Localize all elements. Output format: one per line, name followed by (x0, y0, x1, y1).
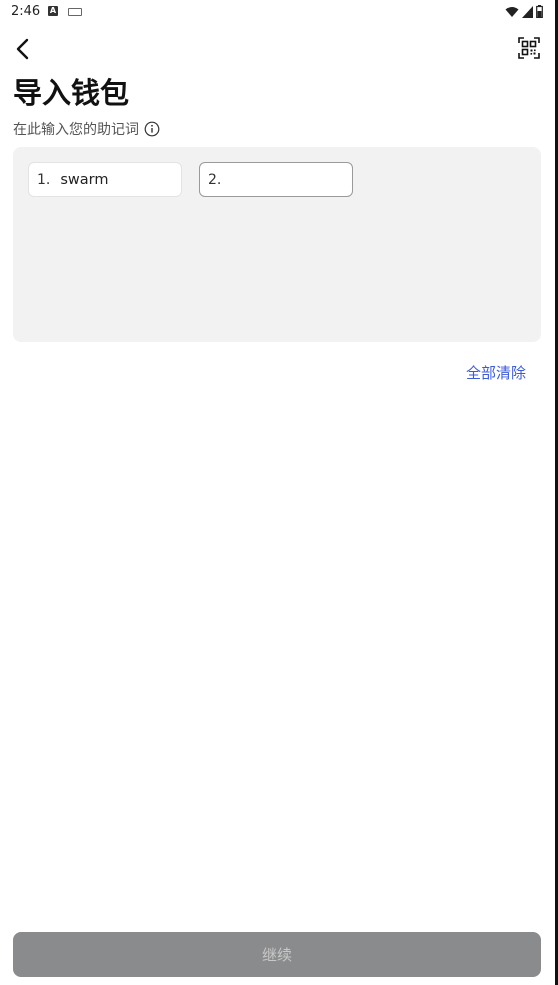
continue-button[interactable]: 继续 (13, 932, 541, 977)
clear-all-link[interactable]: 全部清除 (466, 362, 526, 383)
notification-a-icon: A (48, 6, 58, 16)
word-index: 2. (208, 171, 222, 188)
status-right-icons (505, 5, 543, 18)
info-circle-icon[interactable] (144, 121, 160, 137)
cellular-signal-icon (522, 5, 533, 18)
word-index: 1. (37, 171, 51, 188)
continue-label: 继续 (261, 946, 292, 964)
mnemonic-input-area[interactable]: 1. swarm 2. (13, 147, 541, 342)
wifi-icon (505, 6, 519, 17)
status-time: 2:46 (11, 4, 41, 19)
subtitle-row: 在此输入您的助记词 (13, 119, 160, 139)
word-value: swarm (60, 171, 109, 188)
page-title: 导入钱包 (13, 76, 130, 110)
qr-scan-icon (518, 37, 540, 59)
status-bar: 2:46 A (0, 0, 555, 24)
chevron-left-icon (16, 38, 29, 60)
back-button[interactable] (10, 36, 36, 62)
battery-icon (536, 5, 543, 18)
scan-qr-button[interactable] (518, 37, 540, 59)
mnemonic-word-1[interactable]: 1. swarm (28, 162, 182, 197)
mnemonic-word-2[interactable]: 2. (199, 162, 353, 197)
keyboard-icon (68, 8, 82, 16)
subtitle: 在此输入您的助记词 (13, 122, 139, 138)
